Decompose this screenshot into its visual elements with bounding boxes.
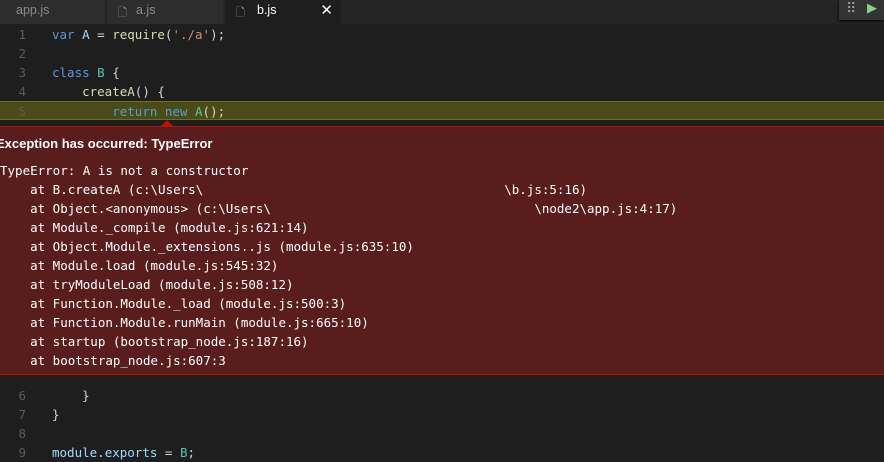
exception-title: Exception has occurred: TypeError (0, 136, 213, 151)
code-text: return new A(); (52, 102, 225, 121)
line-number: 6 (18, 388, 26, 403)
stack-frame: at B.createA (c:\Users\ \b.js:5:16) (0, 182, 587, 197)
editor-tab-bar: app.js 🗋 a.js 🗋 b.js ✕ (0, 0, 884, 24)
code-token: B (97, 65, 105, 80)
tab-label: app.js (16, 3, 50, 17)
stack-frame: at Module.load (module.js:545:32) (0, 258, 279, 273)
line-number: 3 (18, 65, 26, 80)
code-line[interactable]: 8 (0, 424, 884, 443)
code-text: var A = require('./a'); (52, 25, 225, 44)
file-icon: 🗋 (118, 7, 127, 19)
debug-toolbar: ⠿ ▶ (839, 0, 884, 20)
code-line[interactable]: 4 createA() { (0, 82, 884, 101)
line-number: 7 (18, 407, 26, 422)
line-number: 1 (18, 27, 26, 42)
stack-frame: at startup (bootstrap_node.js:187:16) (0, 334, 309, 349)
code-token: } (52, 388, 90, 403)
code-token: () { (134, 84, 165, 99)
code-token: (); (202, 104, 226, 119)
code-line[interactable]: 2 (0, 44, 884, 63)
code-token: return (112, 104, 158, 119)
code-token: new (164, 104, 188, 119)
close-icon[interactable]: ✕ (320, 1, 333, 19)
stack-frame: at tryModuleLoad (module.js:508:12) (0, 277, 294, 292)
code-line[interactable]: 6 } (0, 386, 884, 405)
code-line[interactable]: 9 module.exports = B; (0, 443, 884, 462)
code-token: './a' (172, 27, 211, 42)
tab-label: b.js (257, 3, 277, 17)
exception-widget: Exception has occurred: TypeError TypeEr… (0, 120, 884, 375)
code-text: class B { (52, 63, 120, 82)
stack-frame: at Object.<anonymous> (c:\Users\ \node2\… (0, 201, 678, 216)
code-line[interactable]: 3 class B { (0, 63, 884, 82)
code-text: createA() { (52, 82, 165, 101)
exception-pointer (161, 120, 173, 126)
line-number: 2 (18, 46, 26, 61)
line-number: 8 (18, 426, 26, 441)
stack-frame: at bootstrap_node.js:607:3 (0, 353, 226, 368)
stack-frame: at Module._compile (module.js:621:14) (0, 220, 309, 235)
line-number: 9 (18, 445, 26, 460)
tab-label: a.js (136, 3, 156, 17)
code-token: require (112, 27, 165, 42)
tab-app-js[interactable]: app.js (0, 0, 106, 24)
drag-handle-icon[interactable]: ⠿ (846, 0, 856, 17)
tab-a-js[interactable]: 🗋 a.js (107, 0, 224, 24)
code-token: var (52, 27, 75, 42)
code-token: createA (82, 84, 135, 99)
line-number: 5 (18, 104, 26, 119)
code-line[interactable]: 1 var A = require('./a'); (0, 25, 884, 44)
exception-message: TypeError: A is not a constructor (0, 163, 249, 178)
continue-icon[interactable]: ▶ (867, 0, 877, 16)
code-token: } (52, 407, 60, 422)
code-line[interactable]: 5 return new A(); (0, 101, 884, 120)
tab-b-js[interactable]: 🗋 b.js ✕ (225, 0, 342, 24)
code-token: = (89, 27, 113, 42)
line-number: 4 (18, 84, 26, 99)
code-token: ); (210, 27, 226, 42)
stack-frame: at Function.Module._load (module.js:500:… (0, 296, 347, 311)
stack-frame: at Function.Module.runMain (module.js:66… (0, 315, 369, 330)
code-token: class (52, 65, 90, 80)
code-text: } (52, 386, 90, 405)
file-icon: 🗋 (236, 7, 245, 19)
code-text: } (52, 405, 60, 424)
code-token: { (104, 65, 120, 80)
code-token: A (195, 104, 203, 119)
stack-frame: at Object.Module._extensions..js (module… (0, 239, 414, 254)
code-line[interactable]: 7} (0, 405, 884, 424)
code-text: module.exports = B; (52, 443, 195, 462)
code-token: A (82, 27, 90, 42)
